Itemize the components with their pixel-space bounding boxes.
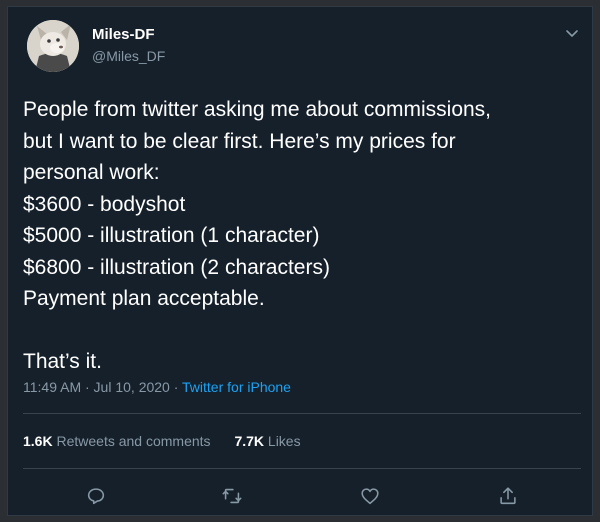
tweet-line: Payment plan acceptable.	[23, 287, 265, 310]
display-name[interactable]: Miles-DF	[92, 26, 155, 43]
tweet-line: $5000 - illustration (1 character)	[23, 224, 320, 247]
divider	[23, 468, 581, 469]
tweet-card: Miles-DF @Miles_DF People from twitter a…	[7, 6, 593, 516]
tweet-meta: 11:49 AM · Jul 10, 2020 · Twitter for iP…	[23, 379, 291, 395]
tweet-line: $6800 - illustration (2 characters)	[23, 255, 330, 279]
like-button[interactable]	[358, 484, 382, 508]
retweet-icon	[222, 488, 242, 504]
user-handle[interactable]: @Miles_DF	[92, 48, 165, 64]
chevron-down-icon[interactable]	[564, 25, 580, 41]
reply-icon	[87, 488, 105, 505]
tweet-stats: 1.6K Retweets and comments 7.7K Likes	[23, 433, 321, 449]
tweet-source-link[interactable]: Twitter for iPhone	[182, 379, 291, 395]
tweet-line: People from twitter asking me about comm…	[23, 98, 492, 121]
retweets-label: Retweets and comments	[56, 433, 211, 449]
likes-label: Likes	[267, 433, 301, 449]
likes-count: 7.7K	[234, 433, 265, 449]
tweet-text: People from twitter asking me about comm…	[23, 94, 583, 378]
retweet-button[interactable]	[220, 484, 244, 508]
share-icon	[500, 487, 516, 505]
tweet-line: $3600 - bodyshot	[23, 192, 186, 216]
retweets-count: 1.6K	[23, 433, 53, 449]
reply-button[interactable]	[84, 484, 108, 508]
divider	[23, 413, 581, 414]
heart-icon	[361, 488, 379, 505]
tweet-line: but I want to be clear first. Here’s my …	[23, 129, 456, 153]
tweet-timestamp[interactable]: 11:49 AM · Jul 10, 2020 ·	[23, 379, 182, 395]
retweets-stat[interactable]: 1.6K Retweets and comments	[23, 433, 211, 449]
share-button[interactable]	[496, 484, 520, 508]
tweet-line: personal work:	[23, 161, 160, 184]
tweet-line: That’s it.	[23, 350, 102, 373]
avatar-image	[27, 20, 79, 72]
likes-stat[interactable]: 7.7K Likes	[234, 433, 300, 449]
avatar[interactable]	[27, 20, 79, 72]
